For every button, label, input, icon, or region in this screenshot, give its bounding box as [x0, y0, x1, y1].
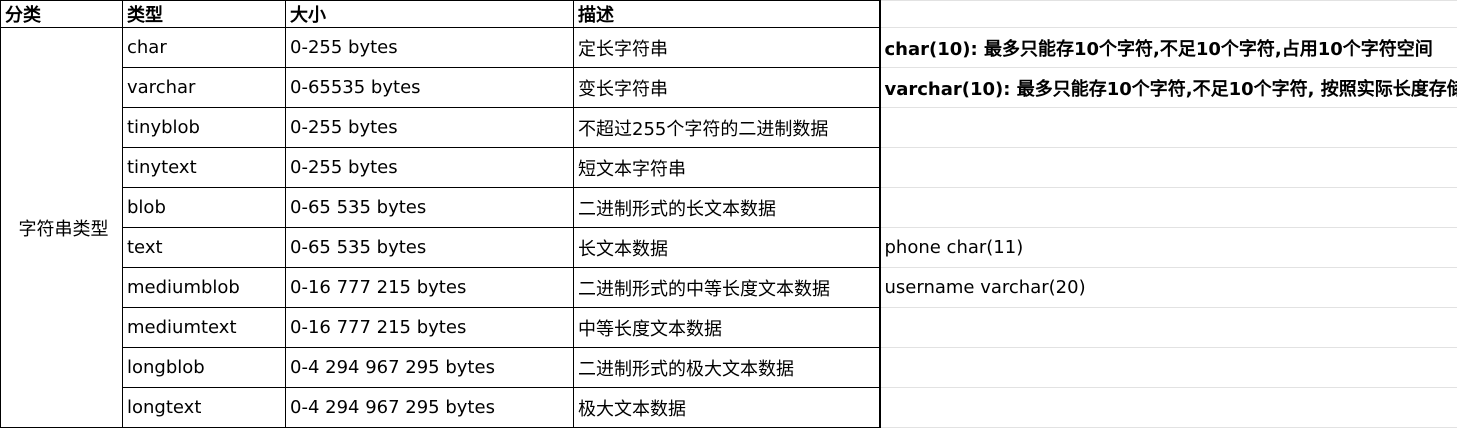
- size-cell[interactable]: 0-65535 bytes: [285, 67, 574, 108]
- username-example-cell[interactable]: username varchar(20): [878, 267, 1457, 308]
- type-cell[interactable]: blob: [122, 187, 286, 228]
- empty-cell[interactable]: [878, 347, 1457, 388]
- description-cell[interactable]: 定长字符串: [573, 27, 880, 68]
- description-cell[interactable]: 长文本数据: [573, 227, 880, 268]
- empty-cell[interactable]: [878, 387, 1457, 428]
- table-row: mediumblob 0-16 777 215 bytes 二进制形式的中等长度…: [1, 267, 1457, 308]
- type-cell[interactable]: mediumblob: [122, 267, 286, 308]
- table-row: varchar 0-65535 bytes 变长字符串 varchar(10):…: [1, 67, 1457, 108]
- table-row: longtext 0-4 294 967 295 bytes 极大文本数据: [1, 387, 1457, 428]
- varchar-note-cell[interactable]: varchar(10): 最多只能存10个字符,不足10个字符, 按照实际长度存…: [878, 67, 1457, 108]
- size-cell[interactable]: 0-65 535 bytes: [285, 187, 574, 228]
- string-types-table: 分类 类型 大小 描述 字符串类型 char 0-255 bytes 定长字符串…: [0, 0, 1457, 428]
- type-cell[interactable]: mediumtext: [122, 307, 286, 348]
- size-cell[interactable]: 0-255 bytes: [285, 27, 574, 68]
- char-note-cell[interactable]: char(10): 最多只能存10个字符,不足10个字符,占用10个字符空间: [878, 27, 1457, 68]
- category-cell[interactable]: 字符串类型: [0, 27, 123, 428]
- empty-cell[interactable]: [878, 107, 1457, 148]
- type-cell[interactable]: tinyblob: [122, 107, 286, 148]
- type-cell[interactable]: varchar: [122, 67, 286, 108]
- table-row: tinytext 0-255 bytes 短文本字符串: [1, 147, 1457, 188]
- header-description[interactable]: 描述: [573, 0, 880, 28]
- table-row: text 0-65 535 bytes 长文本数据 phone char(11): [1, 227, 1457, 268]
- empty-cell[interactable]: [878, 147, 1457, 188]
- size-cell[interactable]: 0-4 294 967 295 bytes: [285, 347, 574, 388]
- description-cell[interactable]: 二进制形式的极大文本数据: [573, 347, 880, 388]
- description-cell[interactable]: 短文本字符串: [573, 147, 880, 188]
- empty-cell[interactable]: [878, 307, 1457, 348]
- size-cell[interactable]: 0-4 294 967 295 bytes: [285, 387, 574, 428]
- type-cell[interactable]: longblob: [122, 347, 286, 388]
- size-cell[interactable]: 0-65 535 bytes: [285, 227, 574, 268]
- table-row: blob 0-65 535 bytes 二进制形式的长文本数据: [1, 187, 1457, 228]
- description-cell[interactable]: 二进制形式的长文本数据: [573, 187, 880, 228]
- description-cell[interactable]: 二进制形式的中等长度文本数据: [573, 267, 880, 308]
- header-category[interactable]: 分类: [0, 0, 123, 28]
- type-cell[interactable]: tinytext: [122, 147, 286, 188]
- size-cell[interactable]: 0-16 777 215 bytes: [285, 307, 574, 348]
- table-row: 字符串类型 char 0-255 bytes 定长字符串 char(10): 最…: [0, 27, 1457, 428]
- header-row: 分类 类型 大小 描述: [0, 0, 1457, 28]
- size-cell[interactable]: 0-16 777 215 bytes: [285, 267, 574, 308]
- phone-example-cell[interactable]: phone char(11): [878, 227, 1457, 268]
- description-cell[interactable]: 中等长度文本数据: [573, 307, 880, 348]
- header-type[interactable]: 类型: [122, 0, 286, 28]
- type-cell[interactable]: text: [122, 227, 286, 268]
- description-cell[interactable]: 极大文本数据: [573, 387, 880, 428]
- table-row: longblob 0-4 294 967 295 bytes 二进制形式的极大文…: [1, 347, 1457, 388]
- description-cell[interactable]: 不超过255个字符的二进制数据: [573, 107, 880, 148]
- type-cell[interactable]: char: [122, 27, 286, 68]
- header-size[interactable]: 大小: [285, 0, 574, 28]
- empty-cell[interactable]: [878, 187, 1457, 228]
- spreadsheet-sheet: 分类 类型 大小 描述 字符串类型 char 0-255 bytes 定长字符串…: [0, 0, 1457, 438]
- table-row: tinyblob 0-255 bytes 不超过255个字符的二进制数据: [1, 107, 1457, 148]
- header-empty-cell[interactable]: [878, 0, 1457, 28]
- table-row: mediumtext 0-16 777 215 bytes 中等长度文本数据: [1, 307, 1457, 348]
- size-cell[interactable]: 0-255 bytes: [285, 147, 574, 188]
- size-cell[interactable]: 0-255 bytes: [285, 107, 574, 148]
- type-cell[interactable]: longtext: [122, 387, 286, 428]
- description-cell[interactable]: 变长字符串: [573, 67, 880, 108]
